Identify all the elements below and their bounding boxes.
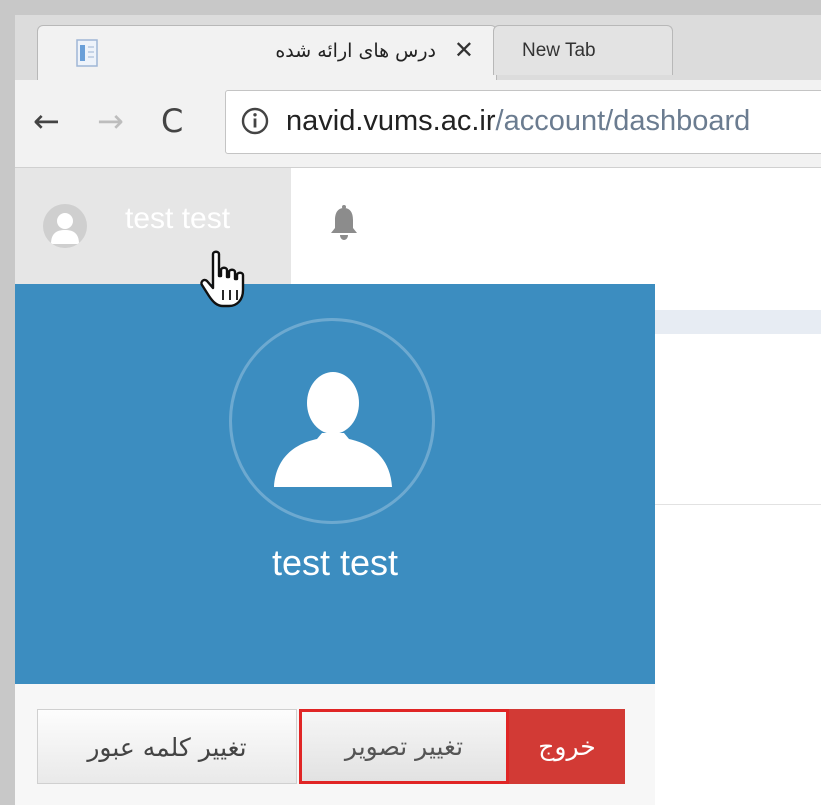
info-icon[interactable] bbox=[240, 106, 270, 136]
tab-new-tab[interactable]: New Tab bbox=[493, 25, 673, 75]
logout-button[interactable]: خروج bbox=[509, 709, 625, 784]
browser-toolbar: ← → C navid.vums.ac.ir/account/dashboard bbox=[15, 80, 821, 168]
change-image-button[interactable]: تغییر تصویر bbox=[299, 709, 509, 784]
back-arrow-icon[interactable]: ← bbox=[33, 102, 60, 140]
avatar bbox=[43, 204, 87, 248]
user-silhouette-icon bbox=[274, 372, 392, 487]
bell-icon[interactable] bbox=[327, 204, 361, 242]
forward-arrow-icon[interactable]: → bbox=[97, 102, 124, 140]
url-host: navid.vums.ac.ir bbox=[286, 105, 496, 137]
tab-title: New Tab bbox=[522, 40, 596, 61]
profile-header: test test bbox=[15, 284, 655, 684]
user-dropdown: test test تغییر کلمه عبور تغییر تصویر خر… bbox=[15, 284, 655, 805]
address-bar[interactable]: navid.vums.ac.ir/account/dashboard bbox=[225, 90, 821, 154]
change-password-button[interactable]: تغییر کلمه عبور bbox=[37, 709, 297, 784]
user-silhouette-icon bbox=[51, 213, 79, 244]
screen-border-left bbox=[0, 0, 15, 805]
profile-user-name: test test bbox=[271, 542, 399, 583]
tab-strip: درس های ارائه شده ✕ New Tab bbox=[15, 15, 821, 80]
reload-icon[interactable]: C bbox=[161, 102, 183, 140]
url-path: /account/dashboard bbox=[495, 105, 751, 137]
screen-border-top bbox=[0, 0, 821, 15]
tab-title: درس های ارائه شده bbox=[275, 40, 436, 62]
background-stripe bbox=[655, 310, 821, 334]
hand-cursor-icon bbox=[200, 250, 245, 308]
background-divider bbox=[655, 504, 821, 505]
close-icon[interactable]: ✕ bbox=[454, 36, 474, 64]
url-text: navid.vums.ac.ir/account/dashboard bbox=[286, 105, 750, 138]
header-user-name: test test bbox=[125, 202, 231, 235]
page-content: test test test test تغییر کلمه عبور تغیی… bbox=[15, 168, 821, 805]
screen: درس های ارائه شده ✕ New Tab ← → C navid.… bbox=[0, 0, 821, 805]
page-favicon-icon bbox=[76, 39, 98, 67]
profile-avatar bbox=[229, 318, 435, 524]
tab-courses[interactable]: درس های ارائه شده ✕ bbox=[37, 25, 497, 80]
